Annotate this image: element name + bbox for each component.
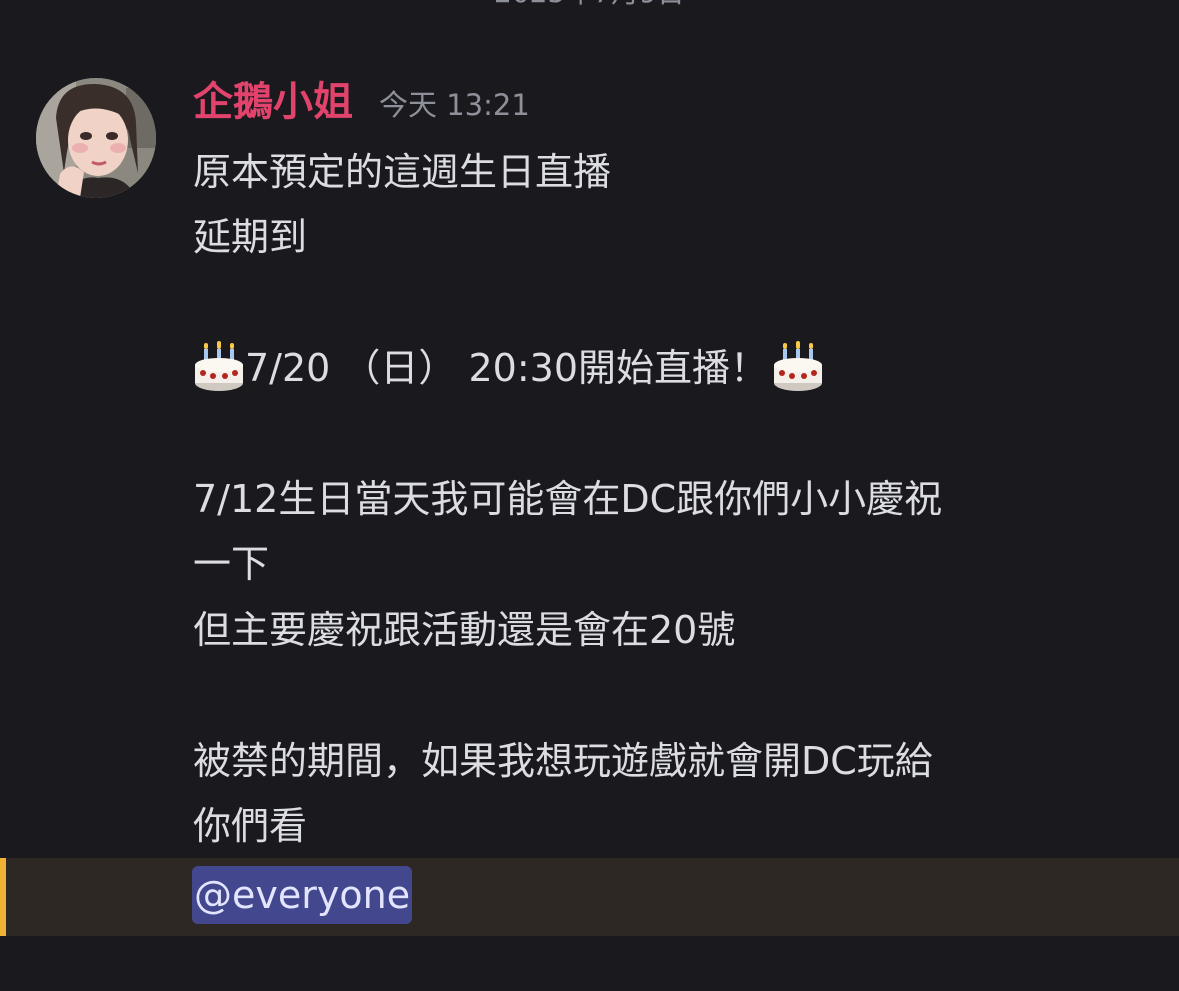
message-line: 被禁的期間，如果我想玩遊戲就會開DC玩給: [193, 738, 933, 783]
mention-highlight-row: @everyone: [0, 858, 1179, 936]
message-line: 但主要慶祝跟活動還是會在20號: [193, 607, 736, 652]
message-line-empty: [193, 663, 1153, 728]
message-content: 原本預定的這週生日直播 延期到 7/20 （日） 20:30開始直播！ 7/12…: [193, 140, 1153, 859]
username[interactable]: 企鵝小姐: [193, 78, 353, 126]
timestamp[interactable]: 今天 13:21: [379, 81, 530, 129]
avatar-photo-icon: [36, 78, 156, 198]
birthday-cake-icon: [772, 339, 824, 393]
message-header: 企鵝小姐 今天 13:21: [193, 78, 530, 126]
message-line: 一下: [193, 542, 270, 587]
everyone-mention[interactable]: @everyone: [192, 866, 413, 924]
birthday-cake-icon: [193, 339, 245, 393]
message-line-text: 7/20 （日） 20:30開始直播！: [245, 346, 769, 391]
message-line: 7/12生日當天我可能會在DC跟你們小小慶祝: [193, 476, 943, 521]
message-line: 延期到: [193, 215, 308, 260]
message-line: 7/20 （日） 20:30開始直播！: [193, 336, 1153, 401]
message-line-empty: [193, 271, 1153, 336]
message-line-empty: [193, 402, 1153, 467]
date-divider: 2025年7月9日: [0, 0, 1179, 8]
mention-highlight-bar: [0, 858, 6, 936]
message-line: 你們看: [193, 803, 308, 848]
message-line: 原本預定的這週生日直播: [193, 150, 612, 194]
avatar[interactable]: [36, 78, 156, 198]
